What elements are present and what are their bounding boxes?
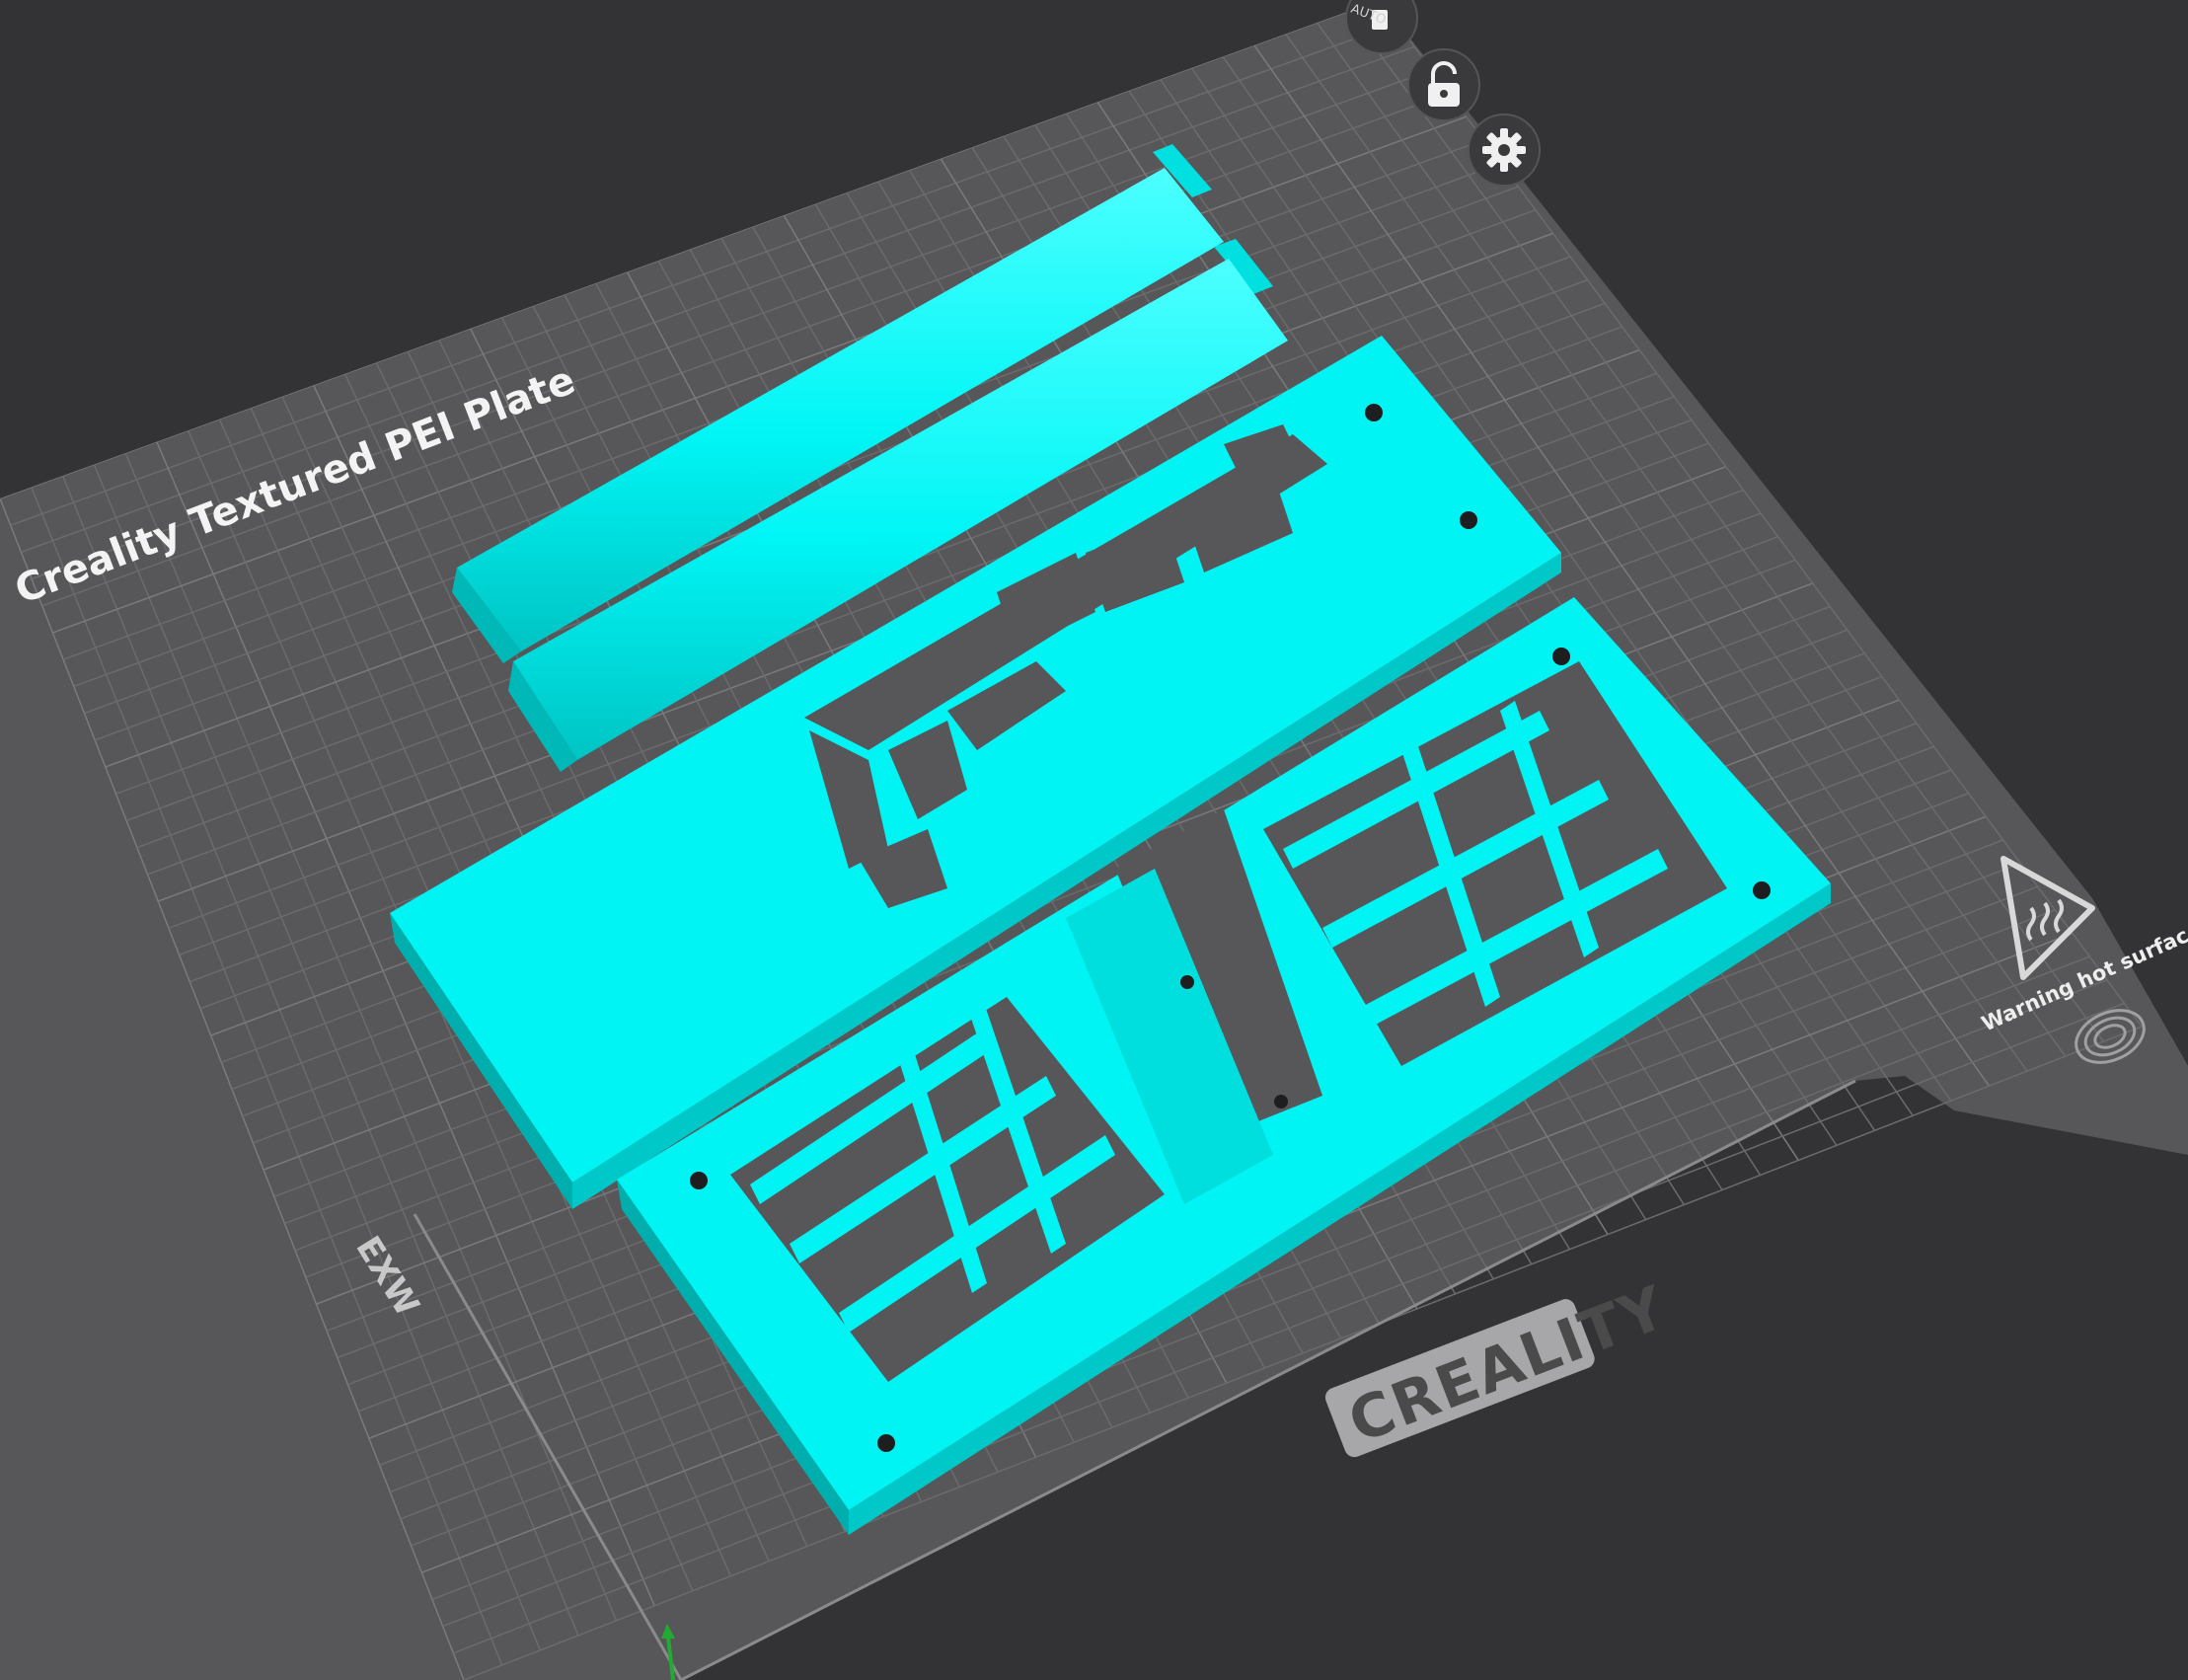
lock-button[interactable] (1407, 48, 1480, 121)
3d-viewport[interactable]: Creality Textured PEI Plate CREALITY War… (0, 0, 2188, 1680)
gear-icon (1482, 128, 1526, 172)
settings-button[interactable] (1468, 114, 1541, 187)
